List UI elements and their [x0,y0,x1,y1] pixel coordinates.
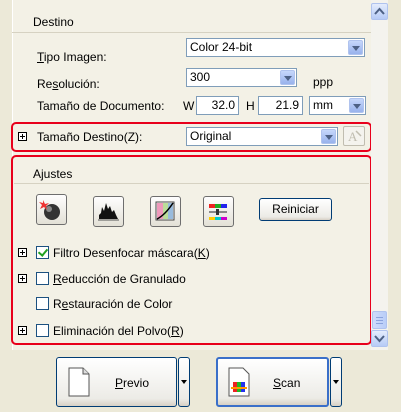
previo-label: Previo [115,376,150,390]
reduccion-granulado-checkbox[interactable] [36,272,49,285]
restauracion-color-checkbox[interactable] [36,297,49,310]
target-size-edit-button[interactable]: A [343,126,365,146]
resolucion-label: Resolución: [37,77,100,91]
auto-exposure-button[interactable] [36,194,67,225]
previo-dropdown-button[interactable] [178,357,190,407]
vertical-scrollbar[interactable] [371,0,388,350]
scroll-thumb[interactable] [372,311,387,329]
previo-button[interactable]: Previo [56,357,177,407]
resolucion-value: 300 [190,70,211,84]
scan-dropdown-button[interactable] [330,357,342,407]
tamano-documento-label: Tamaño de Documento: [37,99,165,113]
unit-select[interactable]: mm [309,96,366,115]
tone-curve-button[interactable] [150,196,181,227]
tipo-imagen-value: Color 24-bit [190,40,253,54]
chevron-down-icon[interactable] [348,40,363,55]
tipo-imagen-label: Tipo Imagen: [37,50,107,64]
filtro-desenfocar-label: Filtro Desenfocar máscara(K) [53,246,210,260]
chevron-down-icon[interactable] [321,129,336,144]
height-label: H [246,99,255,113]
height-input[interactable]: 21.9 [258,96,303,115]
destino-divider [12,32,371,33]
filtro-desenfocar-checkbox[interactable] [36,246,49,259]
document-preview-icon [68,367,90,397]
scan-document-icon [228,367,250,397]
resolucion-select[interactable]: 300 [186,68,297,87]
expand-icon[interactable] [18,132,27,141]
tamano-destino-select[interactable]: Original [186,127,338,146]
expand-icon[interactable] [18,326,27,335]
auto-exposure-icon [39,200,60,220]
pencil-icon: A [348,129,362,144]
caret-down-icon [181,380,187,384]
chevron-down-icon[interactable] [349,98,364,113]
unit-value: mm [313,98,333,112]
scroll-down-button[interactable] [371,330,388,347]
chevron-down-icon [374,335,385,343]
width-input[interactable]: 32.0 [196,96,239,115]
eliminacion-polvo-label: Eliminación del Polvo(R) [53,324,184,338]
tipo-imagen-select[interactable]: Color 24-bit [186,38,365,57]
eliminacion-polvo-checkbox[interactable] [36,324,49,337]
ajustes-divider [14,183,369,184]
caret-down-icon [333,380,339,384]
ajustes-header: Ajustes [33,167,73,181]
scan-button[interactable]: Scan [216,357,329,407]
destino-header: Destino [33,15,74,29]
tamano-destino-label: Tamaño Destino(Z): [37,130,143,144]
color-palette-icon [209,204,227,220]
scan-label: Scan [273,376,301,390]
reduccion-granulado-label: Reducción de Granulado [53,272,186,286]
restauracion-color-label: Restauración de Color [53,297,173,311]
reiniciar-button[interactable]: Reiniciar [259,198,332,221]
tamano-destino-value: Original [190,129,232,143]
resolucion-unit: ppp [313,75,334,89]
expand-icon[interactable] [18,274,27,283]
width-label: W [183,99,195,113]
color-palette-button[interactable] [203,196,234,227]
expand-icon[interactable] [18,248,27,257]
histogram-button[interactable] [93,196,124,227]
chevron-up-icon [374,7,385,15]
chevron-down-icon[interactable] [280,70,295,85]
scroll-up-button[interactable] [371,3,388,20]
tone-curve-icon [155,201,175,221]
histogram-icon [98,203,119,221]
